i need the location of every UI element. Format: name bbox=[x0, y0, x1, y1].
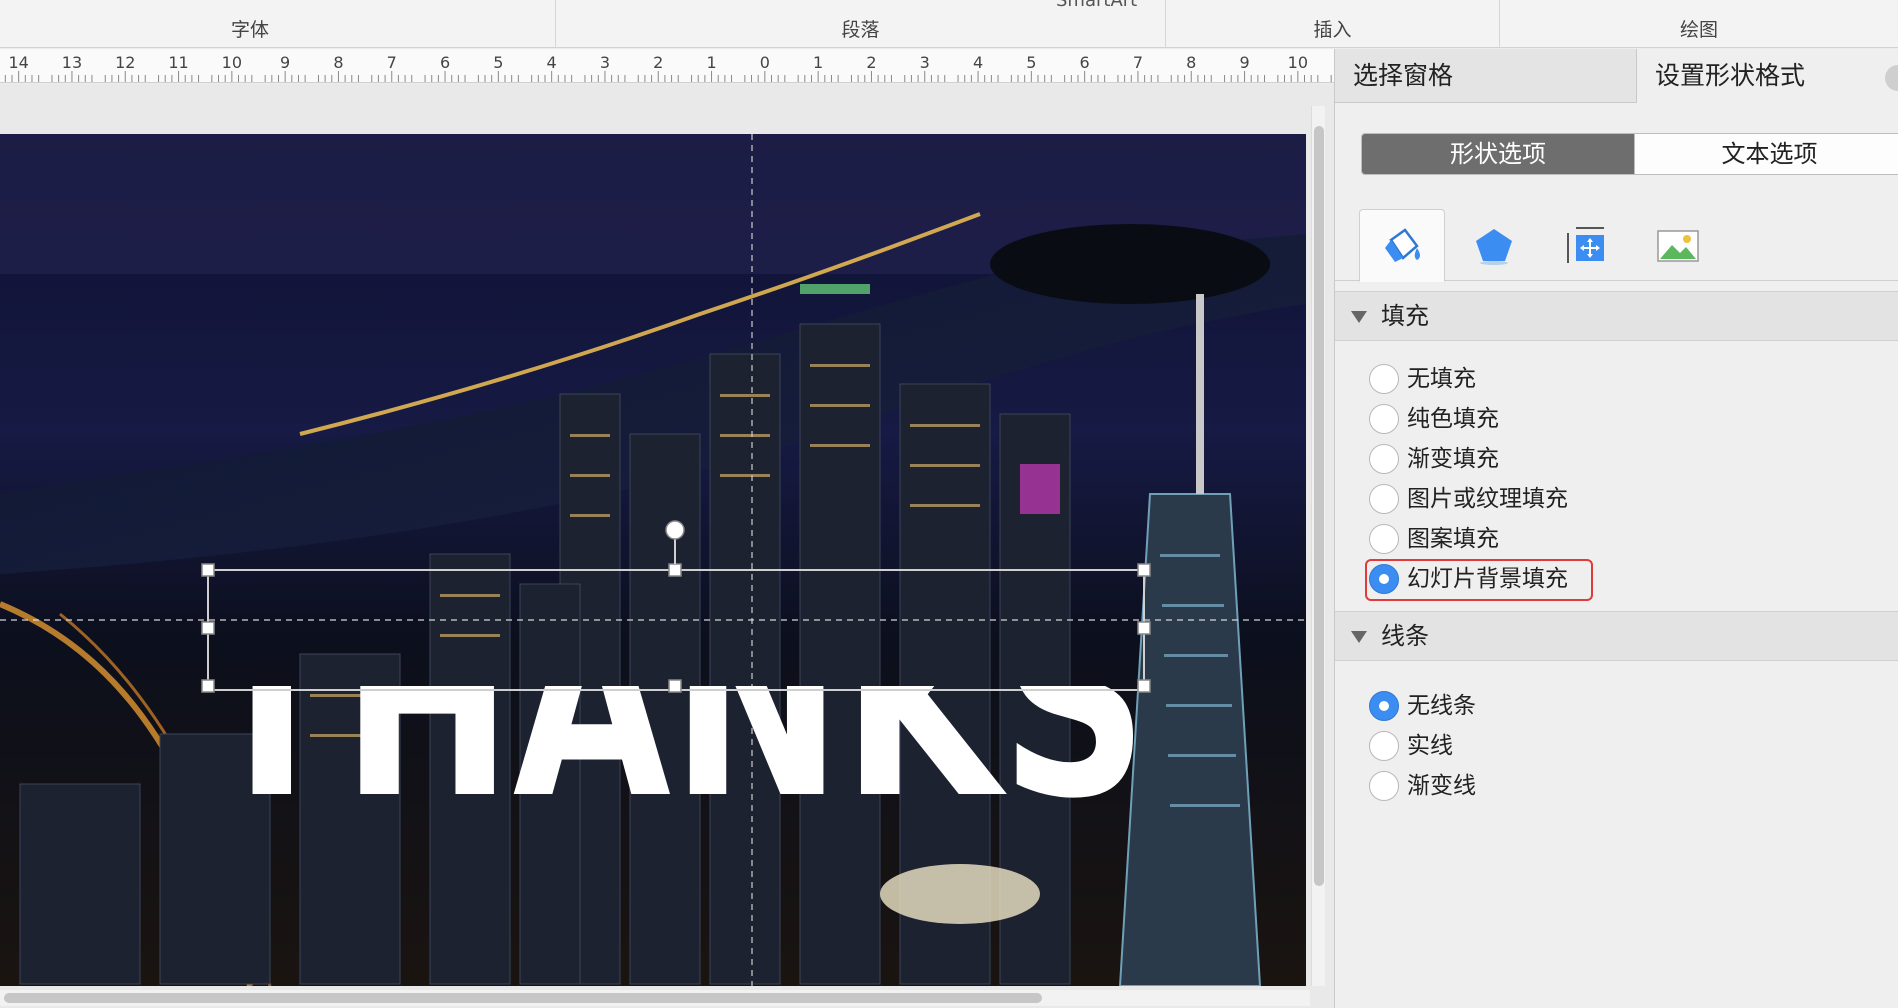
ruler-tick-label: 9 bbox=[1239, 53, 1249, 72]
radio-button[interactable] bbox=[1369, 731, 1399, 761]
ruler-tick-label: 7 bbox=[387, 53, 397, 72]
thanks-text-bottom: THANKS bbox=[202, 554, 1148, 856]
resize-handle[interactable] bbox=[1137, 621, 1151, 635]
radio-button[interactable] bbox=[1369, 364, 1399, 394]
vertical-scrollbar[interactable] bbox=[1311, 106, 1325, 986]
line-section-header[interactable]: 线条 bbox=[1335, 611, 1898, 661]
smartart-label[interactable]: SmartArt bbox=[1056, 0, 1137, 11]
ribbon-group-draw[interactable]: 绘图 bbox=[1500, 0, 1898, 48]
ruler-tick-label: 8 bbox=[1186, 53, 1196, 72]
ribbon-group-insert[interactable]: 插入 bbox=[1166, 0, 1500, 48]
radio-button[interactable] bbox=[1369, 404, 1399, 434]
ruler-tick-label: 13 bbox=[62, 53, 82, 72]
resize-handle[interactable] bbox=[1137, 679, 1151, 693]
fill-option-label: 渐变填充 bbox=[1407, 446, 1499, 472]
resize-handle[interactable] bbox=[201, 679, 215, 693]
tab-format-shape[interactable]: 设置形状格式 bbox=[1637, 49, 1898, 103]
ruler-tick-label: 3 bbox=[920, 53, 930, 72]
collapse-triangle-icon bbox=[1351, 631, 1367, 643]
fill-option-label: 纯色填充 bbox=[1407, 406, 1499, 432]
shape-options-button[interactable]: 形状选项 bbox=[1362, 134, 1634, 174]
scroll-thumb[interactable] bbox=[1314, 126, 1324, 886]
horizontal-ruler[interactable]: 141312111098765432101234567891011 bbox=[0, 49, 1334, 83]
horizontal-scrollbar[interactable] bbox=[0, 990, 1310, 1006]
scroll-thumb[interactable] bbox=[4, 993, 1042, 1003]
resize-handle[interactable] bbox=[201, 563, 215, 577]
picture-icon bbox=[1657, 230, 1699, 262]
ribbon-group-paragraph[interactable]: 段落 SmartArt bbox=[556, 0, 1166, 48]
resize-handle[interactable] bbox=[668, 679, 682, 693]
line-option-label: 实线 bbox=[1407, 733, 1453, 759]
ruler-tick-label: 1 bbox=[813, 53, 823, 72]
ruler-tick-label: 5 bbox=[493, 53, 503, 72]
ribbon-group-label: 绘图 bbox=[1679, 19, 1718, 41]
format-icon-tabs bbox=[1335, 209, 1898, 282]
line-option-label: 无线条 bbox=[1407, 693, 1476, 719]
tab-selection-pane[interactable]: 选择窗格 bbox=[1335, 49, 1637, 103]
fill-option-label: 无填充 bbox=[1407, 366, 1476, 392]
effects-tab[interactable] bbox=[1451, 209, 1537, 281]
resize-handle[interactable] bbox=[1137, 563, 1151, 577]
options-segmented-control: 形状选项 文本选项 bbox=[1361, 133, 1898, 175]
resize-handle[interactable] bbox=[668, 563, 682, 577]
effects-icon bbox=[1476, 229, 1512, 265]
ruler-tick-label: 8 bbox=[333, 53, 343, 72]
fill-option-label: 图片或纹理填充 bbox=[1407, 486, 1568, 512]
resize-handle[interactable] bbox=[201, 621, 215, 635]
radio-button[interactable] bbox=[1369, 444, 1399, 474]
ruler-tick-label: 6 bbox=[1080, 53, 1090, 72]
ruler-tick-label: 7 bbox=[1133, 53, 1143, 72]
ruler-tick-label: 3 bbox=[600, 53, 610, 72]
ribbon: 字体 段落 SmartArt 插入 绘图 bbox=[0, 0, 1898, 48]
ruler-tick-label: 11 bbox=[168, 53, 188, 72]
slide-canvas: THANKS THANKS bbox=[0, 84, 1334, 1008]
format-shape-pane: 选择窗格 设置形状格式 形状选项 文本选项 填充 无填充 纯色填充 渐变填充 图… bbox=[1334, 49, 1898, 1008]
fill-line-icon bbox=[1385, 228, 1420, 262]
radio-button[interactable] bbox=[1369, 771, 1399, 801]
ruler-tick-label: 0 bbox=[760, 53, 770, 72]
line-option-label: 渐变线 bbox=[1407, 773, 1476, 799]
fill-option-label: 图案填充 bbox=[1407, 526, 1499, 552]
picture-tab[interactable] bbox=[1635, 209, 1721, 281]
collapse-triangle-icon bbox=[1351, 311, 1367, 323]
ruler-tick-label: 2 bbox=[866, 53, 876, 72]
thanks-textbox[interactable]: THANKS THANKS bbox=[0, 134, 1306, 986]
ruler-tick-label: 10 bbox=[222, 53, 242, 72]
radio-button[interactable] bbox=[1369, 524, 1399, 554]
ruler-tick-label: 10 bbox=[1288, 53, 1308, 72]
fill-section-header[interactable]: 填充 bbox=[1335, 291, 1898, 341]
ruler-tick-label: 5 bbox=[1026, 53, 1036, 72]
line-section-title: 线条 bbox=[1381, 622, 1429, 650]
ribbon-group-label: 插入 bbox=[1313, 19, 1352, 41]
highlight-box bbox=[1365, 559, 1593, 601]
radio-button[interactable] bbox=[1369, 691, 1399, 721]
ruler-tick-label: 2 bbox=[653, 53, 663, 72]
ruler-tick-label: 12 bbox=[115, 53, 135, 72]
size-properties-tab[interactable] bbox=[1543, 209, 1629, 281]
ruler-tick-label: 1 bbox=[706, 53, 716, 72]
text-options-button[interactable]: 文本选项 bbox=[1634, 134, 1898, 174]
rotate-handle[interactable] bbox=[665, 520, 685, 540]
ruler-tick-label: 4 bbox=[547, 53, 557, 72]
fill-line-tab[interactable] bbox=[1359, 209, 1445, 282]
ruler-tick-label: 14 bbox=[8, 53, 28, 72]
ribbon-group-label: 段落 bbox=[841, 19, 880, 41]
ruler-tick-label: 6 bbox=[440, 53, 450, 72]
ribbon-group-label: 字体 bbox=[230, 19, 269, 41]
fill-section-title: 填充 bbox=[1381, 302, 1429, 330]
slide[interactable]: THANKS THANKS bbox=[0, 134, 1306, 986]
ruler-tick-label: 4 bbox=[973, 53, 983, 72]
radio-button[interactable] bbox=[1369, 484, 1399, 514]
size-properties-icon bbox=[1567, 227, 1604, 263]
ruler-tick-label: 9 bbox=[280, 53, 290, 72]
ribbon-group-font[interactable]: 字体 bbox=[0, 0, 556, 48]
